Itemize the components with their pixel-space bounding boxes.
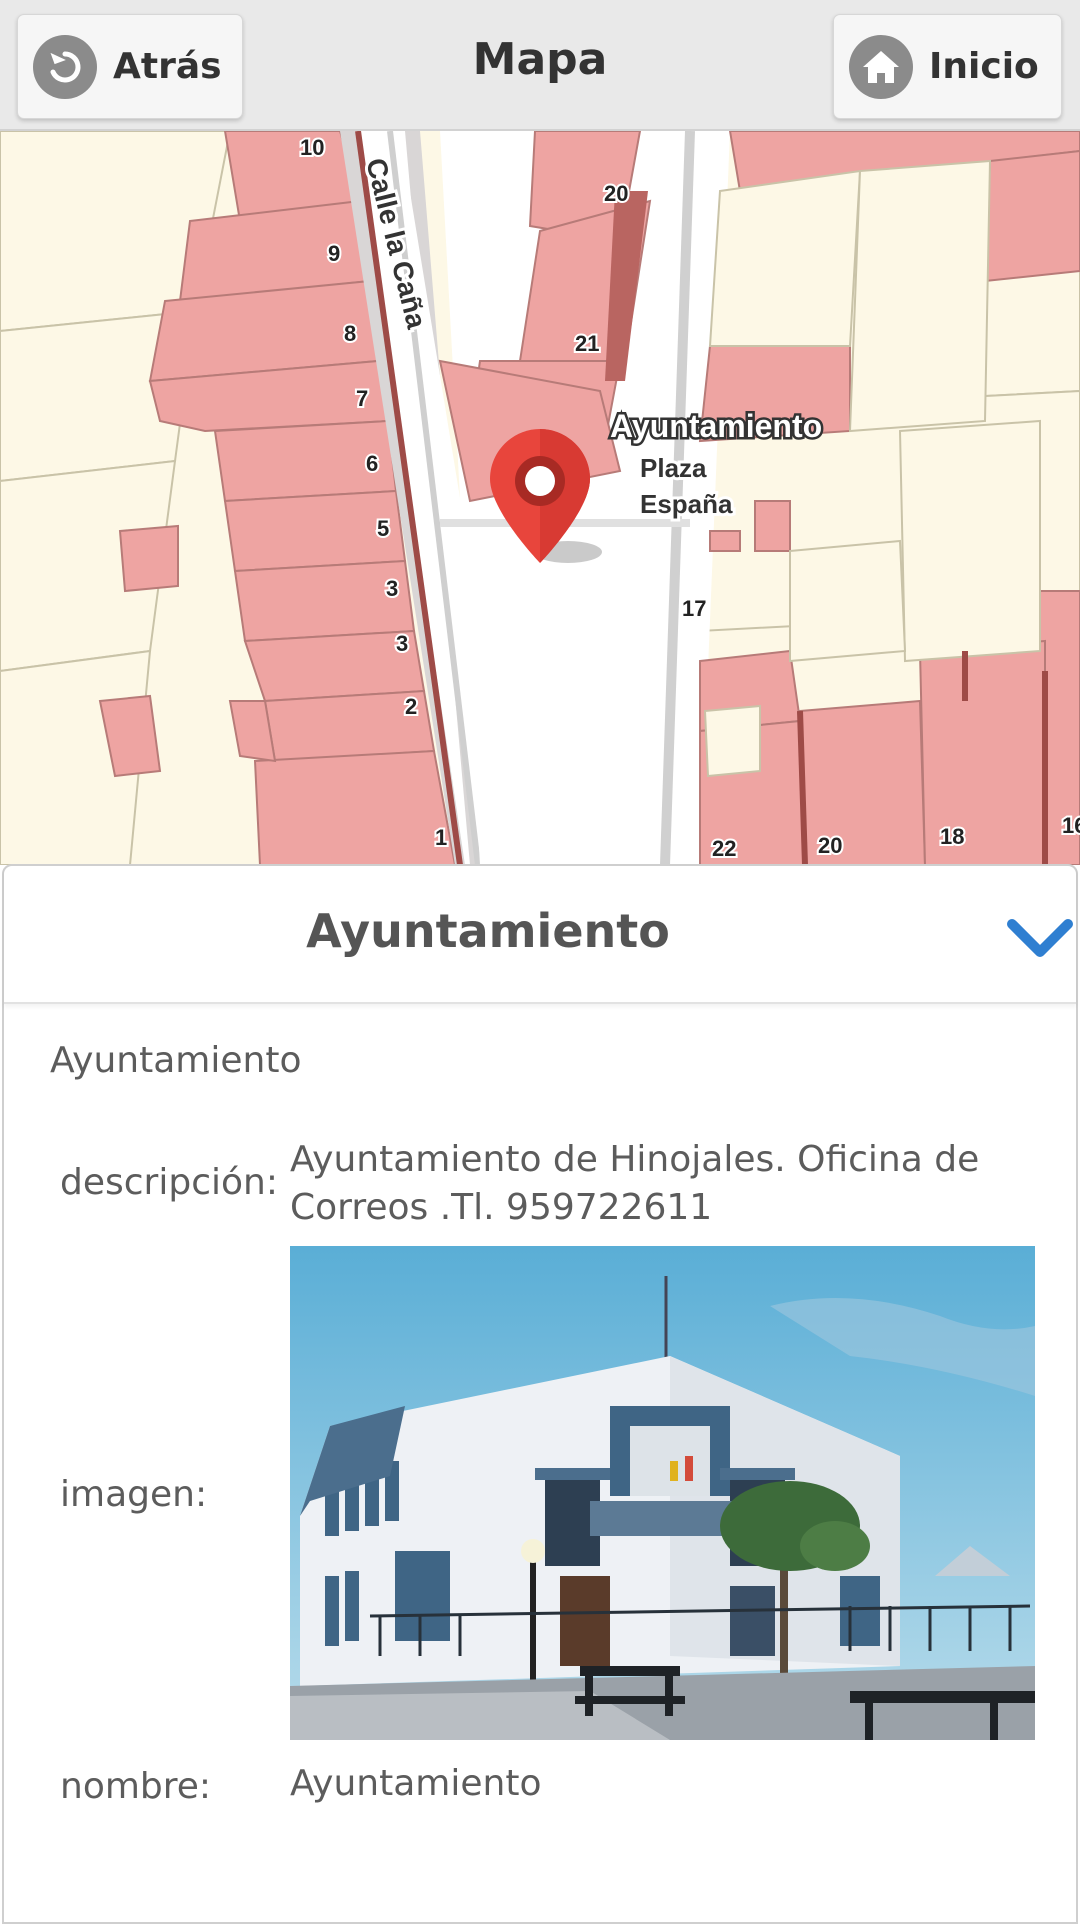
panel-title: Ayuntamiento [306,904,670,958]
house-number: 3 [396,631,408,656]
map-view[interactable]: Calle la Caña 10 9 8 7 6 5 3 3 2 1 20 21… [0,131,1080,865]
marker-label: Ayuntamiento [610,408,822,444]
house-number: 7 [356,386,368,411]
house-number: 20 [604,181,628,206]
house-number: 16 [1062,813,1080,838]
house-number: 18 [940,824,964,849]
descripcion-value: Ayuntamiento de Hinojales. Oficina de Co… [290,1136,979,1232]
home-button[interactable]: Inicio [833,14,1062,119]
house-number: 21 [575,331,599,356]
imagen-label: imagen: [60,1474,208,1515]
building-photo [290,1246,1035,1740]
house-number: 2 [405,694,417,719]
house-number: 1 [435,825,447,850]
house-number: 3 [386,576,398,601]
house-number: 10 [300,135,324,160]
place-label-line2: España [640,489,733,519]
house-number: 5 [377,516,389,541]
house-number: 8 [344,321,356,346]
house-number: 6 [366,451,378,476]
home-button-label: Inicio [929,46,1039,87]
descripcion-line-1: Ayuntamiento de Hinojales. Oficina de [290,1139,980,1180]
house-number: 9 [328,241,340,266]
descripcion-label: descripción: [60,1162,278,1203]
place-label-line1: Plaza [640,453,707,483]
info-panel: Ayuntamiento Ayuntamiento descripción: A… [2,864,1078,1924]
nombre-label: nombre: [60,1766,212,1807]
house-number: 20 [818,833,842,858]
item-subtitle: Ayuntamiento [50,1040,302,1081]
house-number: 17 [682,596,706,621]
house-number: 22 [712,836,736,861]
app-header: Atrás Mapa Inicio [0,0,1080,131]
nombre-value: Ayuntamiento [290,1763,542,1804]
descripcion-line-2: Correos .Tl. 959722611 [290,1187,713,1228]
panel-header[interactable]: Ayuntamiento [4,866,1076,1004]
home-icon [849,34,913,99]
chevron-down-icon[interactable] [1004,908,1074,968]
